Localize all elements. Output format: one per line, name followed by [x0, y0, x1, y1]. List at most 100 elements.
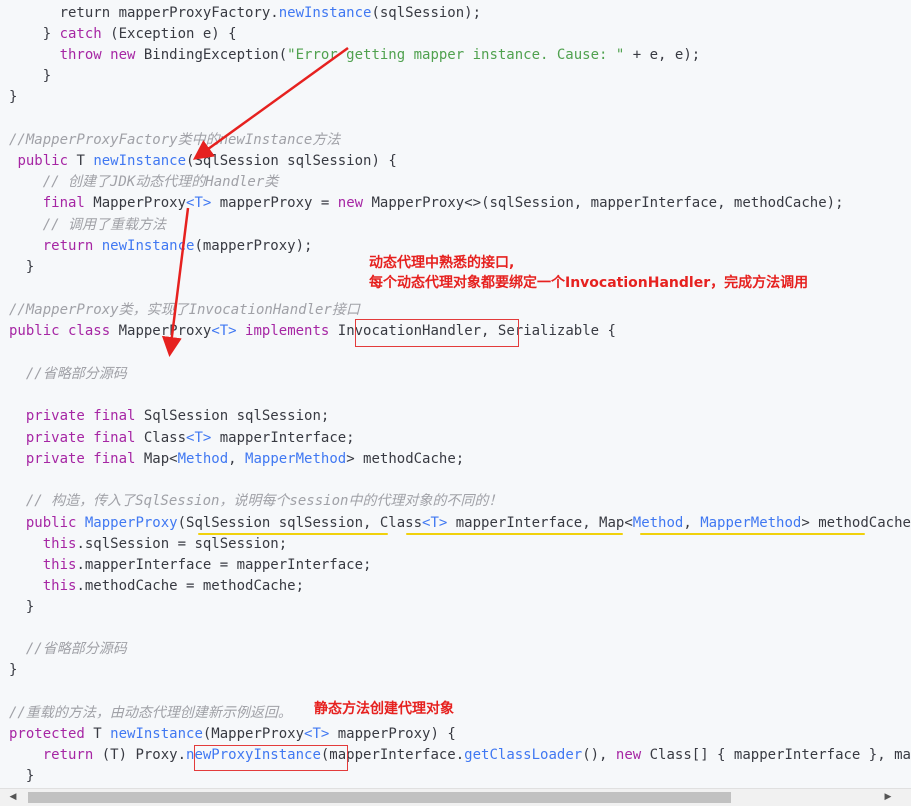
code-line: //MapperProxyFactory类中的newInstance方法 [9, 130, 340, 151]
code-line: //省略部分源码 [9, 639, 127, 660]
code-line: this.mapperInterface = mapperInterface; [9, 555, 372, 576]
code-token: final [42, 195, 85, 211]
code-token: MapperMethod [245, 451, 347, 467]
code-token: public [17, 153, 69, 169]
code-token: } [9, 768, 35, 784]
code-line: throw new BindingException("Error gettin… [9, 45, 701, 66]
code-token: .methodCache = methodCache; [76, 578, 305, 594]
code-token: (SqlSession sqlSession, Class [177, 515, 423, 531]
code-token: // 调用了重载方法 [42, 217, 167, 233]
code-token: <T> [186, 430, 212, 446]
code-line: // 构造，传入了SqlSession，说明每个session中的代理对象的不同… [9, 491, 503, 512]
code-line: } [9, 87, 17, 108]
code-token: (MapperProxy [202, 726, 305, 742]
code-token: implements [245, 323, 330, 339]
code-token: private final [25, 451, 136, 467]
horizontal-scrollbar[interactable]: ◀ ▶ [0, 788, 911, 806]
code-token: catch [59, 26, 102, 42]
code-line: final MapperProxy<T> mapperProxy = new M… [9, 193, 844, 214]
code-token: Map< [135, 451, 178, 467]
highlight-newproxyinstance [194, 745, 348, 771]
code-line: public T newInstance(SqlSession sqlSessi… [9, 151, 397, 172]
scroll-left-icon[interactable]: ◀ [8, 792, 18, 803]
code-line: private final SqlSession sqlSession; [9, 406, 329, 427]
code-token: "Error getting mapper instance. Cause: " [287, 47, 625, 63]
code-token: } [9, 259, 35, 275]
code-token: //省略部分源码 [25, 366, 127, 382]
code-line: protected T newInstance(MapperProxy<T> m… [9, 724, 456, 745]
code-token: //MapperProxyFactory类中的newInstance方法 [9, 132, 341, 148]
code-token: // 创建了JDK动态代理的Handler类 [42, 174, 279, 190]
code-line: this.methodCache = methodCache; [9, 576, 304, 597]
code-line: return mapperProxyFactory.newInstance(sq… [9, 3, 481, 24]
code-token: (SqlSession sqlSession) { [186, 153, 397, 169]
scroll-right-icon[interactable]: ▶ [883, 792, 893, 803]
code-token: } [9, 599, 35, 615]
code-line: } [9, 66, 51, 87]
code-token: this [42, 557, 77, 573]
code-line: public MapperProxy(SqlSession sqlSession… [9, 513, 911, 534]
code-token: mapperInterface; [211, 430, 355, 446]
code-token: newInstance [278, 5, 372, 21]
code-token: <T> [304, 726, 330, 742]
code-token: T [84, 726, 111, 742]
code-token: + e, e); [624, 47, 701, 63]
code-token: SqlSession sqlSession; [135, 408, 330, 424]
code-token: <T> [211, 323, 237, 339]
code-token: //重载的方法，由动态代理创建新示例返回。 [9, 705, 292, 721]
annotation-note-1b: 每个动态代理对象都要绑定一个InvocationHandler，完成方法调用 [369, 275, 809, 291]
code-token: Method [177, 451, 229, 467]
annotation-note-1a: 动态代理中熟悉的接口, [369, 255, 515, 271]
code-token: private final [25, 408, 136, 424]
code-token: <T> [186, 195, 212, 211]
code-token: Method [632, 515, 684, 531]
code-token: .sqlSession = sqlSession; [76, 536, 288, 552]
code-line: } [9, 766, 34, 787]
code-token: (Exception e) { [101, 26, 237, 42]
code-line: // 调用了重载方法 [9, 215, 166, 236]
highlight-invocationhandler [355, 319, 519, 347]
code-token: public [25, 515, 77, 531]
underline-sqlsession [198, 533, 388, 535]
code-token: , [228, 451, 246, 467]
code-token: } [9, 662, 18, 678]
code-token: protected [9, 726, 85, 742]
code-line: //重载的方法，由动态代理创建新示例返回。 [9, 703, 292, 724]
code-line: } catch (Exception e) { [9, 24, 237, 45]
code-token: T [68, 153, 94, 169]
code-token: MapperProxy [84, 195, 187, 211]
code-token: mapperInterface, Map< [447, 515, 633, 531]
code-line: private final Map<Method, MapperMethod> … [9, 449, 464, 470]
scrollbar-thumb[interactable] [28, 792, 731, 803]
code-token: newInstance [101, 238, 195, 254]
code-line: //省略部分源码 [9, 364, 127, 385]
code-token: return mapperProxyFactory. [9, 5, 279, 21]
code-token: (sqlSession); [371, 5, 482, 21]
code-token: (T) Proxy. [93, 747, 187, 763]
code-token: } [9, 26, 60, 42]
code-token: //省略部分源码 [25, 641, 127, 657]
code-line: return (T) Proxy.newProxyInstance(mapper… [9, 745, 911, 766]
code-line: private final Class<T> mapperInterface; [9, 428, 355, 449]
code-token: MapperProxy<>(sqlSession, mapperInterfac… [363, 195, 844, 211]
code-line: return newInstance(mapperProxy); [9, 236, 313, 257]
code-token: this [42, 536, 77, 552]
code-token: return [42, 238, 94, 254]
code-token: BindingException( [135, 47, 288, 63]
code-token: throw new [59, 47, 136, 63]
